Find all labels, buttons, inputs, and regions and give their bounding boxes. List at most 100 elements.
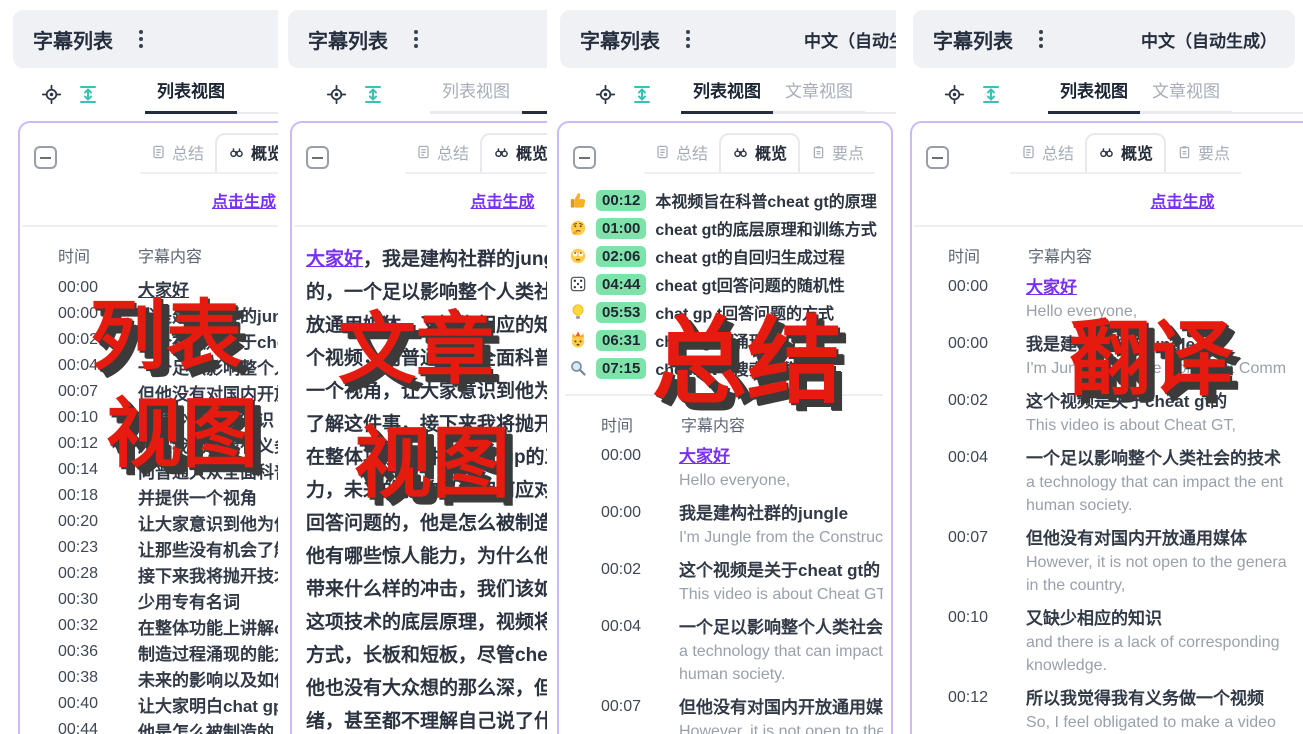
subtab-summary[interactable]: 总结 bbox=[405, 135, 480, 172]
timestamp[interactable]: 00:38 bbox=[58, 669, 112, 687]
table-row[interactable]: 00:00 我是建构社群的jungle bbox=[20, 301, 278, 327]
tab-list-view[interactable]: 列表视图 bbox=[681, 77, 773, 114]
timestamp[interactable]: 00:00 bbox=[601, 501, 653, 549]
timestamp[interactable]: 00:02 bbox=[58, 331, 112, 349]
summary-item[interactable]: 00:12 本视频旨在科普cheat gt的原理 bbox=[569, 186, 891, 214]
generate-summary-link[interactable]: 点击生成 bbox=[1150, 194, 1214, 211]
expand-vertical-icon[interactable] bbox=[77, 83, 99, 105]
timestamp[interactable]: 00:20 bbox=[58, 513, 112, 531]
timestamp[interactable]: 00:04 bbox=[601, 615, 653, 686]
table-row[interactable]: 00:04 一个足以影响整个人类社会的技术 a technology that … bbox=[559, 615, 891, 695]
summary-item[interactable]: 04:44 cheat gt回答问题的随机性 bbox=[569, 270, 891, 298]
subtab-overview[interactable]: 概览 bbox=[480, 133, 547, 172]
table-row[interactable]: 00:30 少用专有名词 bbox=[20, 587, 278, 613]
timestamp[interactable]: 00:10 bbox=[58, 409, 112, 427]
summary-item[interactable]: 06:31 cheat gt的涌现能力 bbox=[569, 326, 891, 354]
timestamp[interactable]: 00:07 bbox=[58, 383, 112, 401]
timestamp[interactable]: 00:04 bbox=[58, 357, 112, 375]
tab-article-view[interactable]: 文章视图 bbox=[1140, 77, 1232, 114]
subtab-overview[interactable]: 概览 bbox=[719, 133, 800, 172]
subtab-summary[interactable]: 总结 bbox=[1010, 135, 1085, 172]
summary-timestamp-badge[interactable]: 07:15 bbox=[596, 358, 646, 379]
table-row[interactable]: 00:14 向普通大众全面科普一下 bbox=[20, 457, 278, 483]
summary-timestamp-badge[interactable]: 04:44 bbox=[596, 274, 646, 295]
table-row[interactable]: 00:38 未来的影响以及如何 bbox=[20, 665, 278, 691]
expand-vertical-icon[interactable] bbox=[362, 83, 384, 105]
subtab-summary[interactable]: 总结 bbox=[644, 135, 719, 172]
table-row[interactable]: 00:00 我是建构社群的jungle I'm Jungle from the … bbox=[559, 501, 891, 558]
minus-box-icon[interactable] bbox=[573, 146, 596, 169]
summary-timestamp-badge[interactable]: 06:31 bbox=[596, 330, 646, 351]
subtab-keypoints[interactable]: 要点 bbox=[1166, 135, 1241, 172]
subtab-summary[interactable]: 总结 bbox=[140, 135, 215, 172]
summary-timestamp-badge[interactable]: 00:12 bbox=[596, 190, 646, 211]
timestamp[interactable]: 00:00 bbox=[58, 305, 112, 323]
timestamp[interactable]: 00:10 bbox=[948, 606, 1000, 677]
subtab-overview[interactable]: 概览 bbox=[215, 133, 278, 172]
timestamp[interactable]: 00:12 bbox=[58, 435, 112, 453]
generate-summary-link[interactable]: 点击生成 bbox=[212, 194, 276, 211]
minus-box-icon[interactable] bbox=[34, 146, 57, 169]
table-row[interactable]: 00:40 让大家明白chat gp bbox=[20, 691, 278, 717]
subtitle-language-label[interactable]: 中文（自动生成） bbox=[804, 27, 896, 52]
summary-timestamp-badge[interactable]: 01:00 bbox=[596, 218, 646, 239]
summary-timestamp-badge[interactable]: 05:53 bbox=[596, 302, 646, 323]
timestamp[interactable]: 00:36 bbox=[58, 643, 112, 661]
subtitle-anchor-link[interactable]: 大家好 bbox=[306, 249, 363, 270]
generate-summary-link[interactable]: 点击生成 bbox=[470, 194, 534, 211]
kebab-menu-icon[interactable] bbox=[410, 26, 422, 52]
summary-item[interactable]: 05:53 chat gp t回答问题的方式 bbox=[569, 298, 891, 326]
timestamp[interactable]: 00:07 bbox=[601, 695, 653, 734]
kebab-menu-icon[interactable] bbox=[682, 26, 694, 52]
table-row[interactable]: 00:02 这个视频是关于cheat gt的 bbox=[20, 327, 278, 353]
table-row[interactable]: 00:20 让大家意识到他为何 bbox=[20, 509, 278, 535]
kebab-menu-icon[interactable] bbox=[135, 26, 147, 52]
table-row[interactable]: 00:18 并提供一个视角 bbox=[20, 483, 278, 509]
subtab-keypoints[interactable]: 要点 bbox=[800, 135, 875, 172]
table-row[interactable]: 00:12 所以我觉得我有义务做一个视频 bbox=[20, 431, 278, 457]
expand-vertical-icon[interactable] bbox=[631, 83, 653, 105]
table-row[interactable]: 00:07 但他没有对国内开放通用媒体 However, it is not o… bbox=[559, 695, 891, 734]
table-row[interactable]: 00:12 所以我觉得我有义务做一个视频 So, I feel obligate… bbox=[912, 686, 1303, 734]
summary-item[interactable]: 01:00 cheat gt的底层原理和训练方式 bbox=[569, 214, 891, 242]
timestamp[interactable]: 00:00 bbox=[948, 275, 1000, 323]
table-row[interactable]: 00:02 这个视频是关于cheat gt的 This video is abo… bbox=[559, 558, 891, 615]
locate-crosshair-icon[interactable] bbox=[943, 83, 965, 105]
tab-article-view[interactable]: 文章视图 bbox=[773, 77, 865, 114]
kebab-menu-icon[interactable] bbox=[1035, 26, 1047, 52]
tab-list-view[interactable]: 列表视图 bbox=[1048, 77, 1140, 114]
timestamp[interactable]: 00:44 bbox=[58, 721, 112, 734]
table-row[interactable]: 00:04 一个足以影响整个人类社会的技术 a technology that … bbox=[912, 446, 1303, 526]
tab-list-view[interactable]: 列表视图 bbox=[430, 77, 522, 114]
table-row[interactable]: 00:23 让那些没有机会了解 bbox=[20, 535, 278, 561]
tab-list-view[interactable]: 列表视图 bbox=[145, 77, 237, 114]
summary-timestamp-badge[interactable]: 02:06 bbox=[596, 246, 646, 267]
timestamp[interactable]: 00:00 bbox=[58, 279, 112, 297]
summary-item[interactable]: 07:15 cheat gt与搜索引擎 bbox=[569, 354, 891, 382]
table-row[interactable]: 00:44 他是怎么被制造的 bbox=[20, 717, 278, 734]
timestamp[interactable]: 00:07 bbox=[948, 526, 1000, 597]
timestamp[interactable]: 00:12 bbox=[948, 686, 1000, 734]
table-row[interactable]: 00:10 又缺少相应的知识 bbox=[20, 405, 278, 431]
table-row[interactable]: 00:04 一个足以影响整个人类社会的技术 bbox=[20, 353, 278, 379]
table-row[interactable]: 00:07 但他没有对国内开放通用媒体 However, it is not o… bbox=[912, 526, 1303, 606]
locate-crosshair-icon[interactable] bbox=[325, 83, 347, 105]
timestamp[interactable]: 00:14 bbox=[58, 461, 112, 479]
timestamp[interactable]: 00:40 bbox=[58, 695, 112, 713]
summary-item[interactable]: 02:06 cheat gt的自回归生成过程 bbox=[569, 242, 891, 270]
timestamp[interactable]: 00:32 bbox=[58, 617, 112, 635]
table-row[interactable]: 00:00 大家好 Hello everyone, bbox=[559, 444, 891, 501]
table-row[interactable]: 00:32 在整体功能上讲解ch bbox=[20, 613, 278, 639]
table-row[interactable]: 00:02 这个视频是关于cheat gt的 This video is abo… bbox=[912, 389, 1303, 446]
table-row[interactable]: 00:00 大家好 Hello everyone, bbox=[912, 275, 1303, 332]
timestamp[interactable]: 00:00 bbox=[948, 332, 1000, 380]
subtitle-language-label[interactable]: 中文（自动生成） bbox=[1141, 27, 1277, 52]
timestamp[interactable]: 00:30 bbox=[58, 591, 112, 609]
locate-crosshair-icon[interactable] bbox=[594, 83, 616, 105]
timestamp[interactable]: 00:28 bbox=[58, 565, 112, 583]
timestamp[interactable]: 00:02 bbox=[601, 558, 653, 606]
subtab-overview[interactable]: 概览 bbox=[1085, 133, 1166, 172]
table-row[interactable]: 00:36 制造过程涌现的能力 bbox=[20, 639, 278, 665]
minus-box-icon[interactable] bbox=[306, 146, 329, 169]
timestamp[interactable]: 00:04 bbox=[948, 446, 1000, 517]
